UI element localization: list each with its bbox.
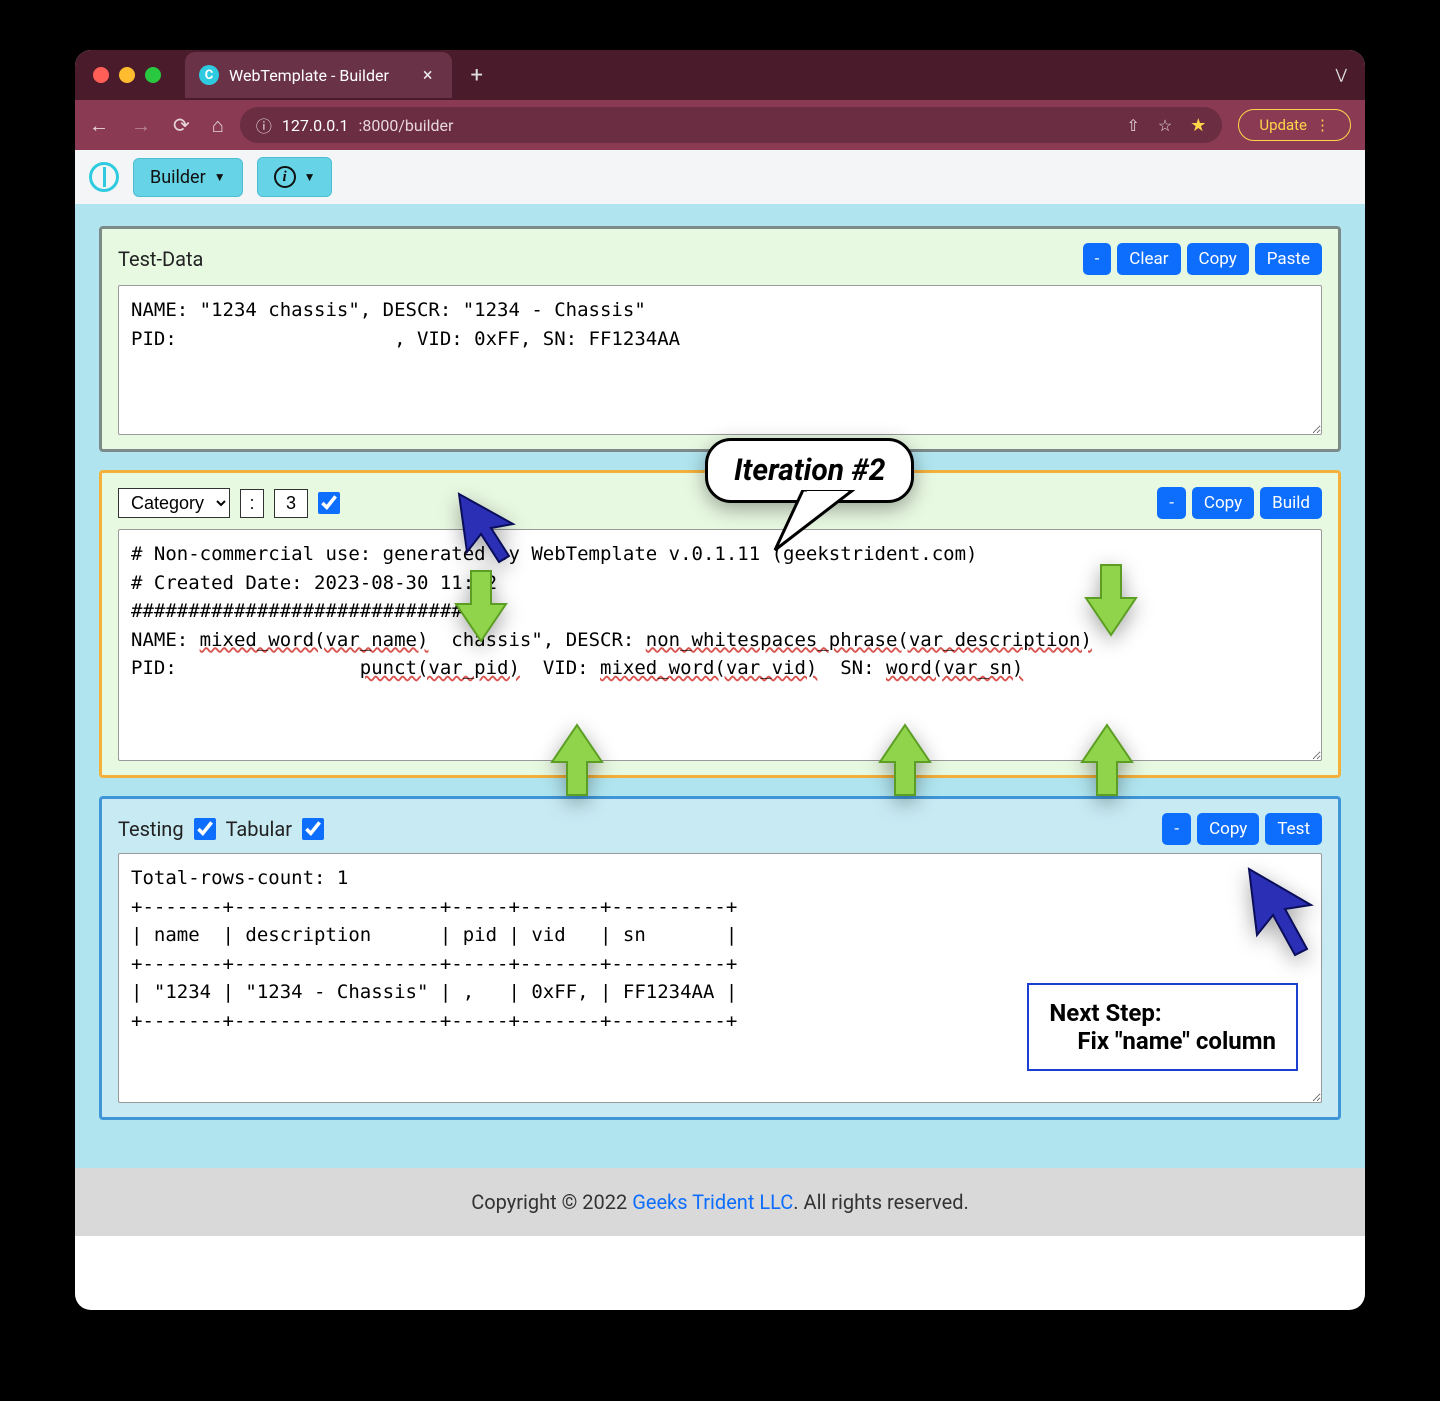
footer-suffix: . All rights reserved. — [793, 1190, 968, 1214]
green-arrow-down-icon — [451, 566, 511, 646]
build-button[interactable]: Build — [1260, 487, 1322, 519]
green-arrow-up-icon — [875, 720, 935, 800]
testing-label: Testing — [118, 817, 184, 841]
panel-test-data: Test-Data - Clear Copy Paste NAME: "1234… — [99, 226, 1341, 452]
minimize-window-icon[interactable] — [119, 67, 135, 83]
browser-tab[interactable]: C WebTemplate - Builder × — [185, 52, 452, 98]
bookmark-filled-icon[interactable]: ★ — [1190, 115, 1206, 136]
template-checkbox[interactable] — [318, 492, 340, 514]
titlebar: C WebTemplate - Builder × + ⋁ — [75, 50, 1365, 100]
copy-button[interactable]: Copy — [1197, 813, 1259, 845]
tab-favicon-icon: C — [199, 65, 219, 85]
app-logo-icon[interactable] — [89, 162, 119, 192]
testing-checkbox[interactable] — [194, 818, 216, 840]
green-arrow-up-icon — [1077, 720, 1137, 800]
builder-dropdown[interactable]: Builder ▼ — [133, 158, 243, 197]
window-controls — [93, 67, 161, 83]
info-dropdown[interactable]: i ▼ — [257, 157, 333, 197]
caret-down-icon: ▼ — [304, 170, 316, 184]
template-textarea[interactable]: # Non-commercial use: generated by WebTe… — [118, 529, 1322, 761]
collapse-button[interactable]: - — [1157, 487, 1186, 519]
kebab-icon[interactable]: ⋮ — [1315, 116, 1330, 134]
nav-buttons: ← → ⟳ ⌂ — [89, 113, 224, 138]
green-arrow-up-icon — [547, 720, 607, 800]
panel-title: Test-Data — [118, 247, 203, 271]
test-data-textarea[interactable]: NAME: "1234 chassis", DESCR: "1234 - Cha… — [118, 285, 1322, 435]
browser-window: C WebTemplate - Builder × + ⋁ ← → ⟳ ⌂ ⓘ … — [75, 50, 1365, 1310]
test-button[interactable]: Test — [1265, 813, 1322, 845]
footer: Copyright © 2022 Geeks Trident LLC. All … — [75, 1168, 1365, 1236]
back-icon[interactable]: ← — [89, 113, 109, 138]
caret-down-icon: ▼ — [214, 170, 226, 184]
home-icon[interactable]: ⌂ — [212, 113, 224, 138]
forward-icon[interactable]: → — [131, 113, 151, 138]
category-select[interactable]: Category — [118, 488, 230, 518]
green-arrow-down-icon — [1081, 560, 1141, 640]
copy-button[interactable]: Copy — [1192, 487, 1254, 519]
next-step-note: Next Step: Fix "name" column — [1027, 983, 1298, 1071]
cursor-arrow-icon — [1241, 861, 1331, 961]
app-navbar: Builder ▼ i ▼ — [75, 150, 1365, 204]
footer-prefix: Copyright © 2022 — [471, 1190, 632, 1214]
bookmark-outline-icon[interactable]: ☆ — [1158, 116, 1172, 135]
close-window-icon[interactable] — [93, 67, 109, 83]
panel-testing: Testing Tabular - Copy Test Total-rows-c… — [99, 796, 1341, 1120]
tabs-overflow-icon[interactable]: ⋁ — [1336, 67, 1347, 83]
copy-button[interactable]: Copy — [1187, 243, 1249, 275]
tab-close-icon[interactable]: × — [423, 65, 433, 86]
count-input[interactable] — [274, 489, 308, 518]
update-button[interactable]: Update ⋮ — [1238, 109, 1351, 141]
paste-button[interactable]: Paste — [1255, 243, 1322, 275]
collapse-button[interactable]: - — [1083, 243, 1112, 275]
separator-input[interactable] — [240, 489, 264, 518]
collapse-button[interactable]: - — [1162, 813, 1191, 845]
site-info-icon[interactable]: ⓘ — [256, 113, 272, 137]
share-icon[interactable]: ⇧ — [1126, 116, 1139, 135]
note-title: Next Step: — [1049, 999, 1276, 1027]
maximize-window-icon[interactable] — [145, 67, 161, 83]
callout-tail-icon — [763, 490, 863, 560]
tab-title: WebTemplate - Builder — [229, 66, 389, 85]
builder-label: Builder — [150, 167, 206, 188]
main-content: Test-Data - Clear Copy Paste NAME: "1234… — [75, 204, 1365, 1168]
info-icon: i — [274, 166, 296, 188]
new-tab-icon[interactable]: + — [470, 63, 482, 88]
cursor-arrow-icon — [451, 486, 531, 566]
clear-button[interactable]: Clear — [1117, 243, 1180, 275]
browser-toolbar: ← → ⟳ ⌂ ⓘ 127.0.0.1 :8000/builder ⇧ ☆ ★ U… — [75, 100, 1365, 150]
tabular-label: Tabular — [226, 817, 292, 841]
note-body: Fix "name" column — [1049, 1027, 1276, 1055]
update-label: Update — [1259, 116, 1307, 134]
app-area: Builder ▼ i ▼ Test-Data - Clear Copy Pas… — [75, 150, 1365, 1236]
url-path: :8000/builder — [358, 116, 453, 135]
url-host: 127.0.0.1 — [282, 116, 349, 135]
footer-link[interactable]: Geeks Trident LLC — [632, 1190, 793, 1214]
tabular-checkbox[interactable] — [302, 818, 324, 840]
panel-template: Category - Copy Build # Non-commercial u… — [99, 470, 1341, 778]
reload-icon[interactable]: ⟳ — [173, 113, 190, 137]
address-bar[interactable]: ⓘ 127.0.0.1 :8000/builder ⇧ ☆ ★ — [240, 107, 1223, 143]
iteration-text: Iteration #2 — [734, 453, 885, 488]
